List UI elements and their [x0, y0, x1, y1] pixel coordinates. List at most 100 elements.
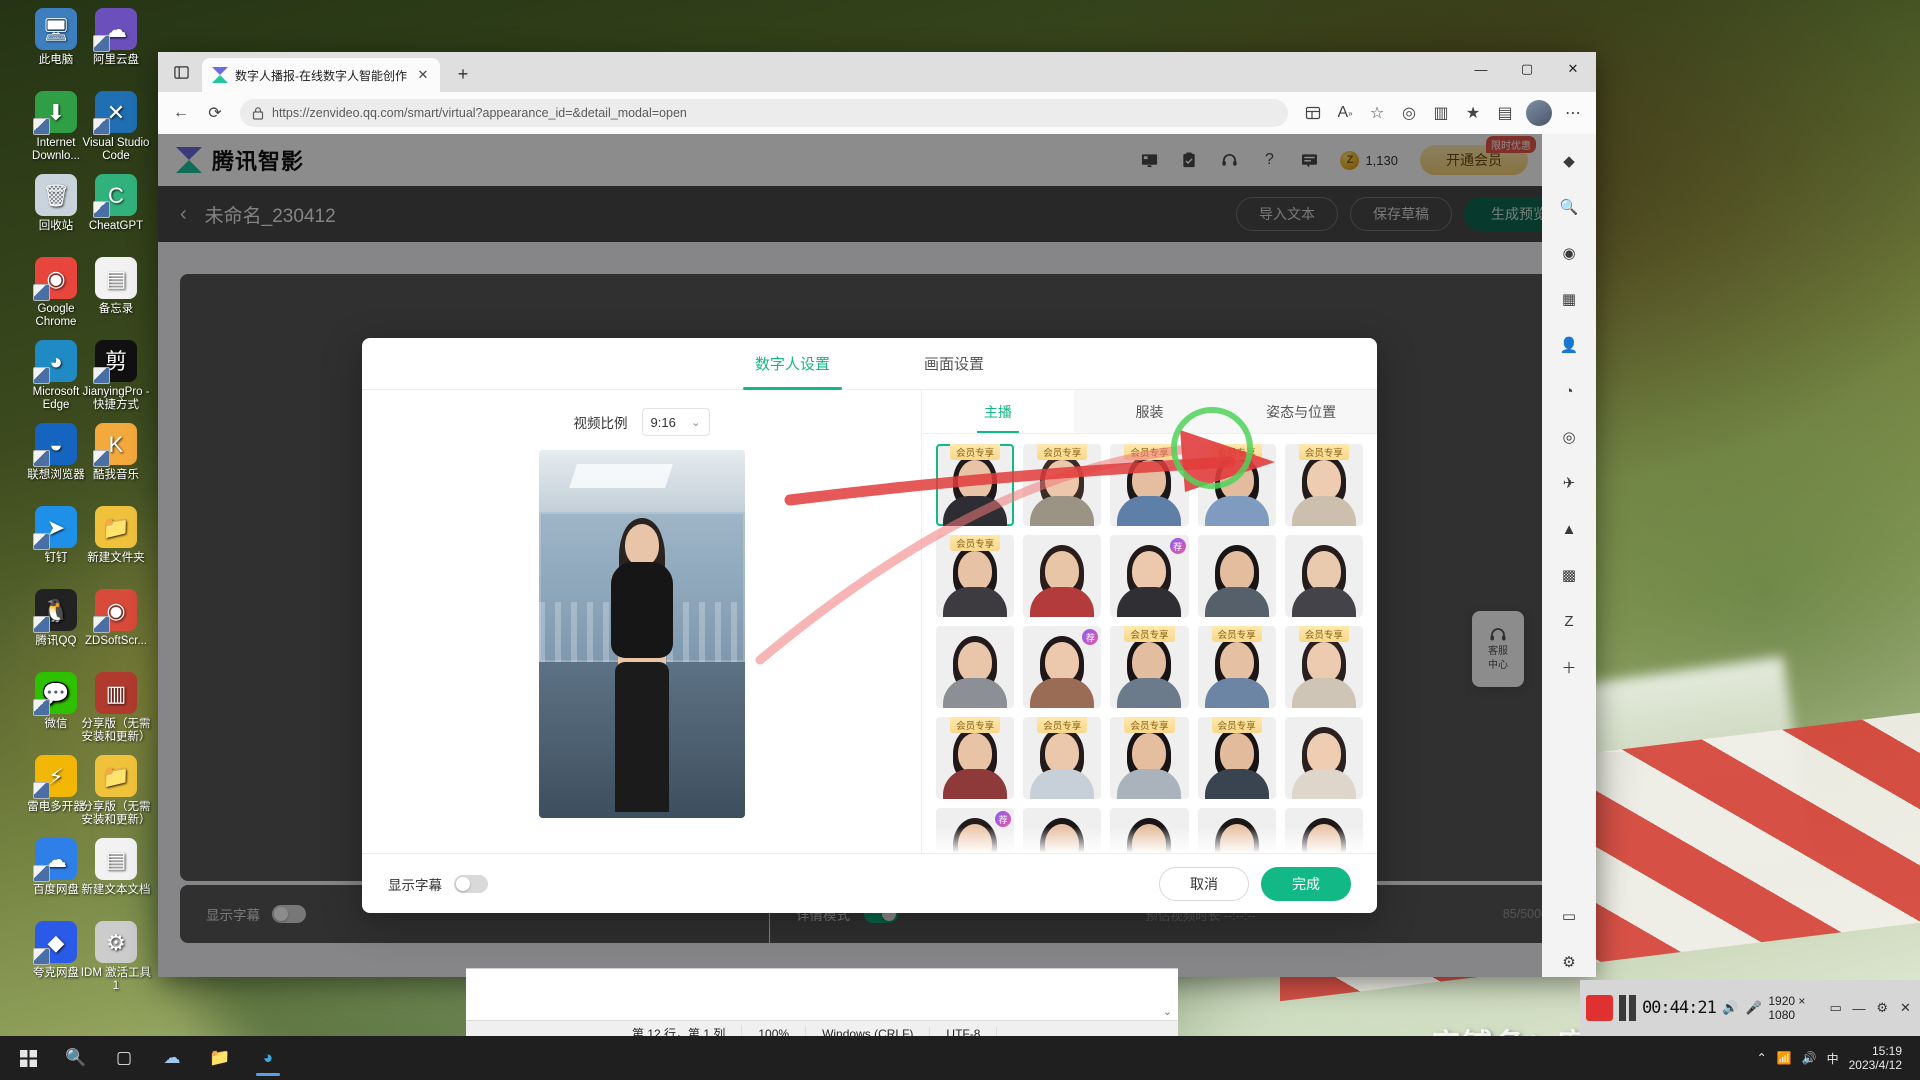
drop-icon[interactable]: ✈: [1554, 468, 1584, 498]
add-icon[interactable]: ＋: [1554, 652, 1584, 682]
tab-list-icon[interactable]: [164, 55, 198, 89]
avatar-option[interactable]: [1284, 717, 1363, 799]
speaker-icon[interactable]: 🔊: [1722, 997, 1739, 1019]
microphone-icon[interactable]: 🎤: [1745, 997, 1762, 1019]
desktop-icon-kuwo-music-icon[interactable]: K 酷我音乐: [78, 423, 154, 482]
sidebar-toggle-icon[interactable]: ▭: [1554, 901, 1584, 931]
show-hidden-icons[interactable]: ⌃: [1757, 1051, 1767, 1065]
desktop-icon-cheatgpt-icon[interactable]: C CheatGPT: [78, 174, 154, 233]
desktop-icon-text-document-icon[interactable]: ▤ 新建文本文档: [78, 838, 154, 897]
close-icon[interactable]: ✕: [1550, 52, 1596, 86]
collections-pane-icon[interactable]: ▤: [1490, 98, 1520, 128]
split-screen-icon[interactable]: ▥: [1426, 98, 1456, 128]
settings-more-icon[interactable]: ⋯: [1558, 98, 1588, 128]
desktop-icon-zdsoft-screen-recorder-icon[interactable]: ◉ ZDSoftScr...: [78, 589, 154, 648]
volume-icon[interactable]: 🔊: [1802, 1051, 1817, 1065]
avatar-option[interactable]: [1284, 535, 1363, 617]
avatar-option[interactable]: [1110, 808, 1189, 853]
zen-icon[interactable]: Z: [1554, 606, 1584, 636]
favorites-icon[interactable]: ☆: [1362, 98, 1392, 128]
pause-icon[interactable]: [1618, 995, 1636, 1021]
cancel-button[interactable]: 取消: [1159, 866, 1249, 901]
avatar-option[interactable]: 荐: [1110, 535, 1189, 617]
ime-icon[interactable]: 中: [1827, 1050, 1839, 1067]
games-icon[interactable]: 👤: [1554, 330, 1584, 360]
rail-settings-icon[interactable]: ⚙: [1554, 947, 1584, 977]
avatar-category-tab-3[interactable]: 姿态与位置: [1225, 390, 1377, 433]
avatar-option[interactable]: 会员专享: [1197, 444, 1276, 526]
avatar-option[interactable]: 会员专享: [1284, 444, 1363, 526]
avatar-category-tab-1[interactable]: 主播: [922, 390, 1074, 433]
avatar-option[interactable]: 会员专享: [1197, 626, 1276, 708]
avatar-option[interactable]: [1023, 535, 1102, 617]
avatar-option[interactable]: 会员专享: [1110, 444, 1189, 526]
desktop-icon-folder-icon[interactable]: 📁 新建文件夹: [78, 506, 154, 565]
modal-show-subtitle-toggle[interactable]: [454, 874, 488, 893]
collections-icon[interactable]: [1298, 98, 1328, 128]
address-bar[interactable]: https://zenvideo.qq.com/smart/virtual?ap…: [240, 99, 1288, 127]
avatar-option[interactable]: 会员专享: [1023, 444, 1102, 526]
task-view-icon[interactable]: ▢: [102, 1038, 146, 1078]
office-icon[interactable]: ◎: [1554, 422, 1584, 452]
explorer-icon[interactable]: 📁: [198, 1038, 242, 1078]
avatar-option[interactable]: [936, 626, 1015, 708]
weather-icon[interactable]: ☁: [150, 1038, 194, 1078]
window-icon[interactable]: ▭: [1827, 997, 1844, 1019]
network-icon[interactable]: 📶: [1777, 1051, 1792, 1065]
avatar-option[interactable]: 荐: [1023, 626, 1102, 708]
search-icon[interactable]: 🔍: [1554, 192, 1584, 222]
avatar-option[interactable]: 会员专享: [1110, 626, 1189, 708]
browser-essentials-icon[interactable]: ◎: [1394, 98, 1424, 128]
maximize-icon[interactable]: ▢: [1504, 52, 1550, 86]
shopping-icon[interactable]: ◉: [1554, 238, 1584, 268]
new-tab-icon[interactable]: +: [448, 59, 478, 89]
avatar-category-tab-2[interactable]: 服装: [1073, 390, 1226, 433]
avatar-option[interactable]: 会员专享: [1023, 717, 1102, 799]
taskbar-clock[interactable]: 15:19 2023/4/12: [1849, 1044, 1902, 1072]
back-icon[interactable]: ←: [166, 98, 196, 128]
avatar-option[interactable]: [1023, 808, 1102, 853]
apps-icon[interactable]: ▩: [1554, 560, 1584, 590]
avatar-option[interactable]: 会员专享: [936, 444, 1015, 526]
search-icon[interactable]: 🔍: [54, 1038, 98, 1078]
avatar-option[interactable]: 会员专享: [1110, 717, 1189, 799]
minimize-icon[interactable]: —: [1850, 997, 1867, 1019]
close-icon[interactable]: ✕: [414, 67, 432, 83]
tools-icon[interactable]: ▦: [1554, 284, 1584, 314]
minimize-icon[interactable]: —: [1458, 52, 1504, 86]
desktop-icon-jianying-icon[interactable]: 剪 JianyingPro - 快捷方式: [78, 340, 154, 412]
desktop-icon-folder-icon[interactable]: 📁 分享版（无需安装和更新）: [78, 755, 154, 827]
avatar-option[interactable]: [1197, 808, 1276, 853]
browser-tab[interactable]: 数字人播报-在线数字人智能创作 ✕: [202, 58, 440, 92]
settings-icon[interactable]: ⚙: [1874, 997, 1891, 1019]
tree-icon[interactable]: ▲: [1554, 514, 1584, 544]
reload-icon[interactable]: ⟳: [200, 98, 230, 128]
modal-tab-1[interactable]: 数字人设置: [742, 338, 843, 390]
copilot-icon[interactable]: ◆: [1554, 146, 1584, 176]
desktop-icon-notes-icon[interactable]: ▤ 备忘录: [78, 257, 154, 316]
avatar-option[interactable]: 会员专享: [1284, 626, 1363, 708]
start-icon[interactable]: [6, 1038, 50, 1078]
profile-icon[interactable]: [1526, 100, 1552, 126]
desktop-icon-idm-activation-tool-icon[interactable]: ⚙ IDM 激活工具1: [78, 921, 154, 993]
desktop-icon-vscode-icon[interactable]: ✕ Visual Studio Code: [78, 91, 154, 163]
edge-icon[interactable]: ◕: [246, 1038, 290, 1078]
scroll-down-icon[interactable]: ⌄: [1163, 1005, 1172, 1018]
avatar-option[interactable]: 会员专享: [936, 717, 1015, 799]
avatar-option[interactable]: [1284, 808, 1363, 853]
video-ratio-select[interactable]: 9:16 ⌄: [641, 408, 710, 436]
modal-tab-2[interactable]: 画面设置: [912, 338, 996, 389]
outlook-icon[interactable]: ◔: [1554, 376, 1584, 406]
desktop-icon-aliyun-drive-icon[interactable]: ☁ 阿里云盘: [78, 8, 154, 67]
avatar-option[interactable]: 荐: [936, 808, 1015, 853]
close-icon[interactable]: ✕: [1897, 997, 1914, 1019]
confirm-button[interactable]: 完成: [1261, 866, 1351, 901]
stop-icon[interactable]: [1586, 995, 1613, 1021]
avatar-option[interactable]: 会员专享: [936, 535, 1015, 617]
avatar-grid-wrap[interactable]: 会员专享 会员专享 会员专享 会员专享 会员专享 会员专享荐荐会员专享 会员专享 会员专享 会员…: [922, 434, 1377, 853]
read-aloud-icon[interactable]: A»: [1330, 98, 1360, 128]
avatar-option[interactable]: [1197, 535, 1276, 617]
favorites-bar-icon[interactable]: ★: [1458, 98, 1488, 128]
desktop-icon-winrar-icon[interactable]: ▥ 分享版（无需安装和更新）: [78, 672, 154, 744]
avatar-option[interactable]: 会员专享: [1197, 717, 1276, 799]
